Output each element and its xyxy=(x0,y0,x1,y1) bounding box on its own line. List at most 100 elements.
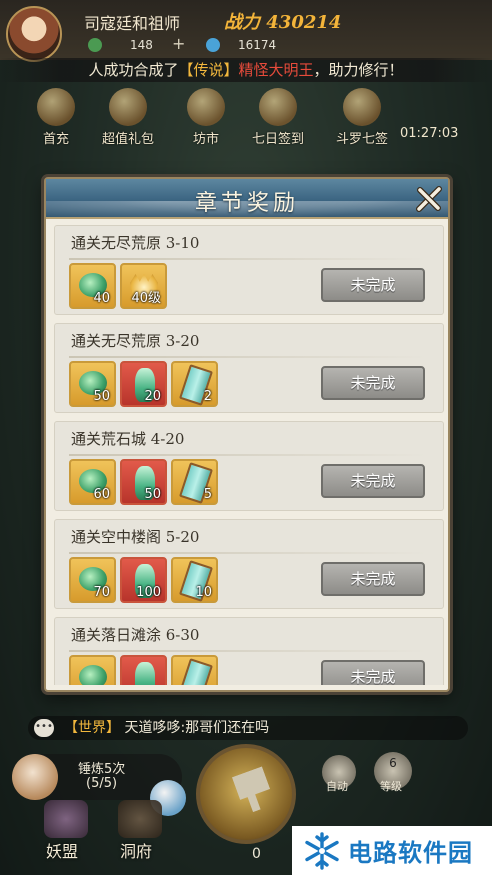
reward-item-count: 40级 xyxy=(131,291,161,306)
status-button[interactable]: 未完成 xyxy=(321,562,425,596)
nav-alliance[interactable]: 妖盟 xyxy=(46,838,78,862)
level-label: 等级 xyxy=(380,780,402,793)
row-divider xyxy=(69,356,427,358)
reward-item-slot[interactable]: 5 xyxy=(171,459,218,505)
announcement-bar: 人成功合成了【传说】精怪大明王，助力修行！ xyxy=(0,58,492,82)
row-divider xyxy=(69,258,427,260)
reward-row-title: 通关空中楼阁 5-20 xyxy=(71,528,200,546)
reward-item-slot[interactable] xyxy=(171,655,218,685)
menu-first-recharge[interactable]: 首充 xyxy=(26,88,86,147)
reward-items: 70 100 10 xyxy=(69,557,218,603)
announce-text-end: ，助力修行！ xyxy=(313,61,404,79)
announce-tag: 【传说】 xyxy=(178,61,239,79)
reward-row-title: 通关无尽荒原 3-20 xyxy=(71,332,200,350)
announce-item: 精怪大明王 xyxy=(238,61,314,79)
forge-button[interactable] xyxy=(196,744,296,844)
menu-value-pack[interactable]: 超值礼包 xyxy=(98,88,158,147)
reward-item-slot[interactable]: 40 xyxy=(69,263,116,309)
menu-label: 首充 xyxy=(42,132,69,147)
reward-item-count: 20 xyxy=(144,389,161,404)
character-icon xyxy=(343,88,381,126)
world-chat-bar[interactable]: ••• 【世界】 天道哆哆:那哥们还在吗 xyxy=(28,716,468,740)
reward-item-count: 10 xyxy=(195,585,212,600)
gift-icon xyxy=(109,88,147,126)
alliance-icon[interactable] xyxy=(44,800,88,838)
reward-row-title: 通关落日滩涂 6-30 xyxy=(71,626,200,644)
snowflake-logo-icon xyxy=(305,831,339,870)
plus-icon[interactable]: + xyxy=(172,34,185,53)
menu-label: 超值礼包 xyxy=(101,132,154,147)
menu-seven-day-signin[interactable]: 七日签到 xyxy=(248,88,308,147)
reward-row: 通关无尽荒原 3-10 40 40级 未完成 xyxy=(54,225,444,315)
reward-row: 通关荒石城 4-20 60 50 5 未完成 xyxy=(54,421,444,511)
player-avatar[interactable] xyxy=(6,6,62,62)
reward-item-slot[interactable]: 2 xyxy=(171,361,218,407)
chat-bubble-icon: ••• xyxy=(34,719,54,737)
forge-count: 0 xyxy=(252,846,261,862)
status-button[interactable]: 未完成 xyxy=(321,268,425,302)
player-name: 司寇廷和祖师 xyxy=(84,14,181,33)
dialog-header: 章节奖励 xyxy=(46,179,448,219)
row-divider xyxy=(69,454,427,456)
reward-list[interactable]: 通关无尽荒原 3-10 40 40级 未完成 通关无尽荒原 3-20 50 20 2 未完成 通关… xyxy=(54,225,444,685)
menu-label: 斗罗七签 xyxy=(335,132,388,147)
reward-row: 通关落日滩涂 6-30 未完成 xyxy=(54,617,444,685)
auto-label: 自动 xyxy=(326,780,348,793)
row-divider xyxy=(69,650,427,652)
level-number: 6 xyxy=(389,756,397,770)
reward-items: 60 50 5 xyxy=(69,459,218,505)
gem-icon xyxy=(206,38,220,52)
announce-player: 人成功 xyxy=(88,61,134,79)
smelt-label: 锤炼5次 xyxy=(78,762,126,777)
reward-item-slot[interactable]: 50 xyxy=(120,459,167,505)
chat-message: 天道哆哆:那哥们还在吗 xyxy=(124,720,270,736)
reward-item-slot[interactable]: 40级 xyxy=(120,263,167,309)
close-icon[interactable] xyxy=(412,183,446,215)
reward-item-count: 2 xyxy=(203,389,212,404)
site-watermark: 电路软件园 xyxy=(292,826,492,875)
reward-item-count: 50 xyxy=(93,389,110,404)
market-icon xyxy=(187,88,225,126)
reward-item-count: 40 xyxy=(93,291,110,306)
reward-item-count: 70 xyxy=(93,585,110,600)
cave-icon[interactable] xyxy=(118,800,162,838)
clover-icon xyxy=(88,38,102,52)
smelt-item-icon xyxy=(12,754,58,800)
reward-items xyxy=(69,655,218,685)
reward-item-slot[interactable] xyxy=(69,655,116,685)
event-timer: 01:27:03 xyxy=(400,126,459,141)
reward-item-count: 60 xyxy=(93,487,110,502)
status-button[interactable]: 未完成 xyxy=(321,464,425,498)
reward-row: 通关无尽荒原 3-20 50 20 2 未完成 xyxy=(54,323,444,413)
dialog-title: 章节奖励 xyxy=(194,191,299,216)
reward-item-count: 100 xyxy=(136,585,161,600)
scroll-icon xyxy=(179,658,213,685)
reward-item-slot[interactable]: 10 xyxy=(171,557,218,603)
reward-item-slot[interactable] xyxy=(120,655,167,685)
menu-market[interactable]: 坊市 xyxy=(176,88,236,147)
reward-row-title: 通关无尽荒原 3-10 xyxy=(71,234,200,252)
reward-item-slot[interactable]: 20 xyxy=(120,361,167,407)
smelt-count: (5/5) xyxy=(86,776,118,791)
chat-channel: 【世界】 xyxy=(64,720,120,736)
status-button[interactable]: 未完成 xyxy=(321,366,425,400)
reward-row: 通关空中楼阁 5-20 70 100 10 未完成 xyxy=(54,519,444,609)
reward-item-count: 5 xyxy=(203,487,212,502)
reward-item-slot[interactable]: 60 xyxy=(69,459,116,505)
reward-row-title: 通关荒石城 4-20 xyxy=(71,430,185,448)
menu-label: 七日签到 xyxy=(251,132,304,147)
reward-items: 40 40级 xyxy=(69,263,167,309)
reward-item-slot[interactable]: 70 xyxy=(69,557,116,603)
reward-item-slot[interactable]: 100 xyxy=(120,557,167,603)
axe-icon xyxy=(224,766,275,817)
reward-item-slot[interactable]: 50 xyxy=(69,361,116,407)
first-recharge-icon xyxy=(37,88,75,126)
menu-label: 坊市 xyxy=(192,132,219,147)
status-button[interactable]: 未完成 xyxy=(321,660,425,685)
top-status-bar: 司寇廷和祖师 战力 430214 148 + 16174 xyxy=(0,0,492,62)
reward-item-count: 50 xyxy=(144,487,161,502)
combat-power: 战力 430214 xyxy=(224,12,342,33)
menu-douluo-signin[interactable]: 斗罗七签 xyxy=(332,88,392,147)
nav-cave[interactable]: 洞府 xyxy=(120,838,152,862)
row-divider xyxy=(69,552,427,554)
